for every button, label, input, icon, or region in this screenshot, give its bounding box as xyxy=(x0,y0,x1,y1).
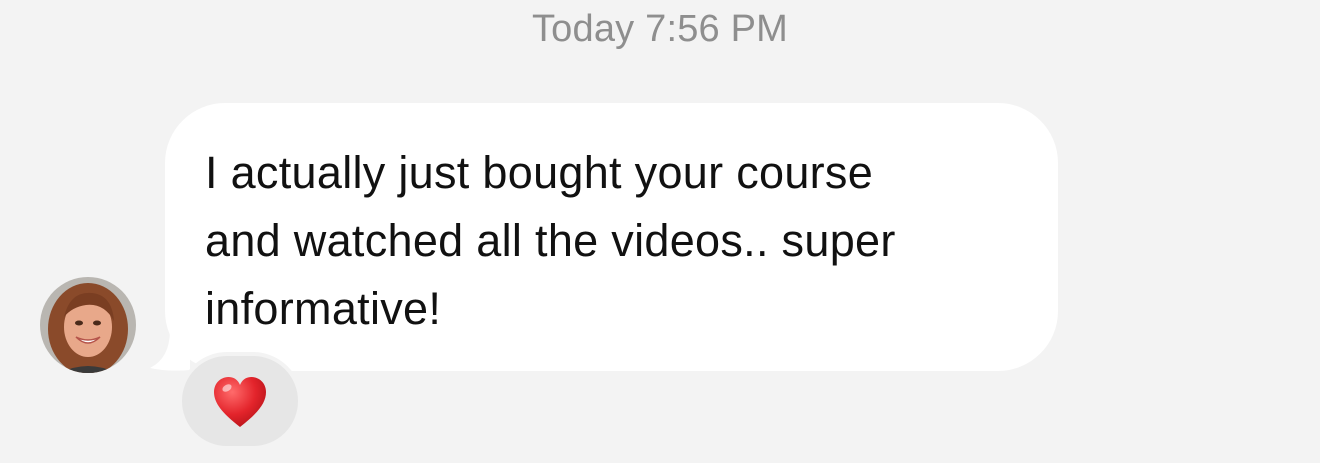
message-line: informative! xyxy=(205,283,442,334)
message-timestamp: Today 7:56 PM xyxy=(531,8,789,50)
message-line: and watched all the videos.. super xyxy=(205,215,896,266)
message-line: I actually just bought your course xyxy=(205,147,874,198)
message-bubble[interactable]: I actually just bought your course and w… xyxy=(165,103,1058,371)
sender-avatar[interactable] xyxy=(40,277,136,373)
red-heart-icon xyxy=(214,377,266,427)
avatar-photo-icon xyxy=(40,277,136,373)
reaction-badge[interactable] xyxy=(178,352,302,450)
message-text: I actually just bought your course and w… xyxy=(205,139,1018,343)
